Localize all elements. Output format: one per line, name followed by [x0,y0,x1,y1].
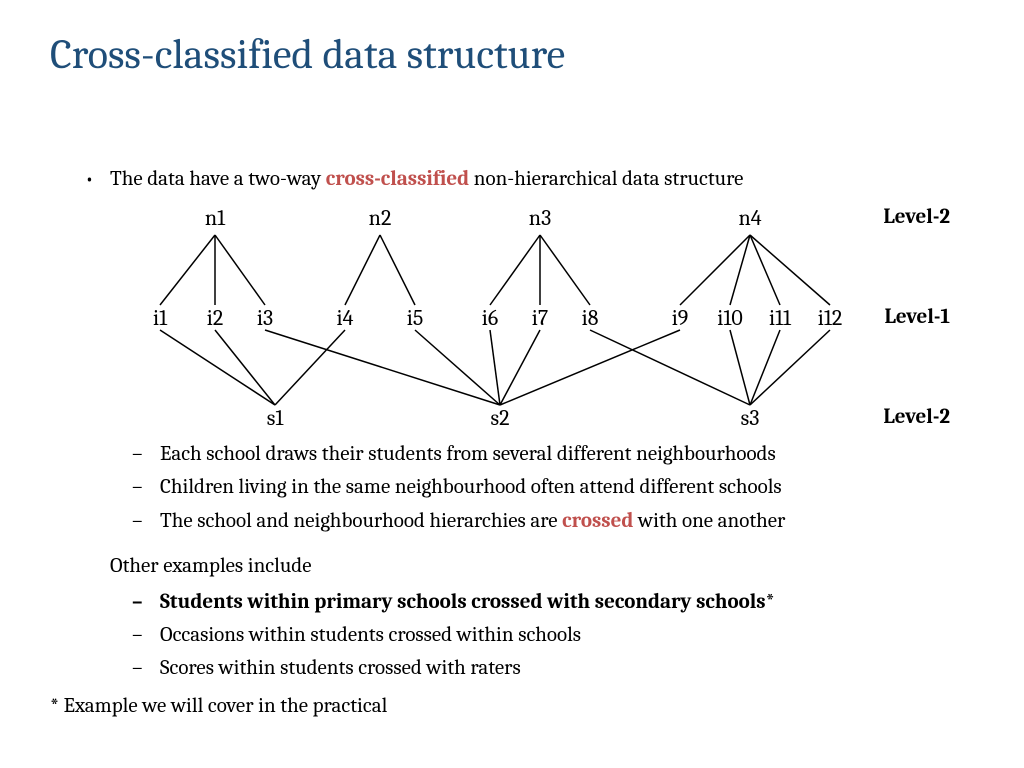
bullet-1: The data have a two-way cross-classified… [110,165,984,194]
sub1b: Children living in the same neighbourhoo… [160,473,984,502]
content-bottom: Each school draws their students from se… [50,440,984,721]
sub1c-post: with one another [633,509,785,533]
sub2a: Students within primary schools crossed … [160,588,984,617]
node-i4: i4 [337,305,354,331]
node-i9: i9 [672,305,689,331]
bullet1-post: non-hierarchical data structure [469,167,743,191]
level-label-bot: Level-2 [883,405,950,429]
sub-list-holder: Each school draws their students from se… [110,440,984,536]
sub1c-pre: The school and neighbourhood hierarchies… [160,509,562,533]
bullet2-text: Other examples include [110,554,311,578]
node-i3: i3 [257,305,273,331]
node-s2: s2 [490,405,509,431]
diagram: n1 n2 n3 n4 i1 i2 i3 i4 i5 i6 i7 i8 i9 i… [130,205,950,435]
sub2b: Occasions within students crossed within… [160,621,984,650]
node-i11: i11 [769,305,791,331]
sub1c: The school and neighbourhood hierarchies… [160,507,984,536]
node-n4: n4 [738,205,761,231]
sub1c-accent: crossed [562,509,633,533]
node-i8: i8 [582,305,599,331]
bullet1-pre: The data have a two-way [110,167,326,191]
node-i2: i2 [207,305,223,331]
content-top: The data have a two-way cross-classified… [50,165,984,200]
sub2c: Scores within students crossed with rate… [160,654,984,683]
node-i7: i7 [532,305,548,331]
node-s1: s1 [267,405,284,431]
level-label-mid: Level-1 [884,305,950,329]
node-i12: i12 [818,305,842,331]
node-i1: i1 [153,305,167,331]
node-s3: s3 [741,405,760,431]
bullet-2: Other examples include Students within p… [110,552,984,684]
bullet1-accent: cross-classified [326,167,469,191]
footnote: * Example we will cover in the practical [50,692,984,721]
node-n3: n3 [529,205,551,231]
node-i5: i5 [407,305,424,331]
page-title: Cross-classified data structure [50,30,565,79]
sub1a: Each school draws their students from se… [160,440,984,469]
node-n2: n2 [369,205,392,231]
node-n1: n1 [205,205,225,231]
node-i6: i6 [482,305,498,331]
level-label-top: Level-2 [883,205,950,229]
node-i10: i10 [717,305,742,331]
